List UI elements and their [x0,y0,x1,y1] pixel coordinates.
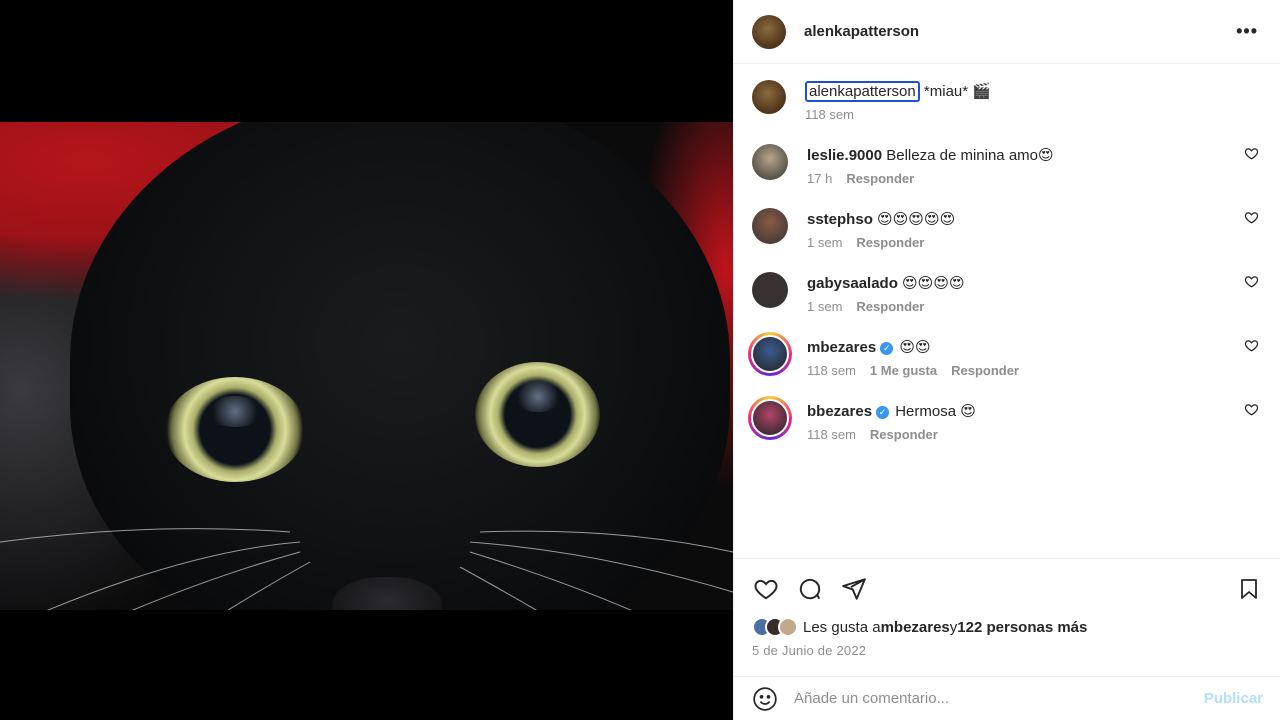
comment-item: leslie.9000 Belleza de minina amo😍 17 h … [752,144,1263,186]
caption-timestamp[interactable]: 118 sem [805,107,854,122]
comment-username[interactable]: bbezares [807,403,872,420]
comment-item: gabysaalado 😍😍😍😍 1 sem Responder [752,272,1263,314]
comment-timestamp[interactable]: 17 h [807,171,832,186]
comment-username[interactable]: sstephso [807,211,873,228]
comment-likes-count[interactable]: 1 Me gusta [870,363,937,378]
reply-button[interactable]: Responder [870,427,938,442]
likes-summary[interactable]: Les gusta a mbezares y 122 personas más [752,617,1263,637]
post-header: alenkapatterson ••• [734,0,1280,64]
reply-button[interactable]: Responder [856,235,924,250]
comment-username[interactable]: leslie.9000 [807,147,882,164]
author-avatar[interactable] [752,14,786,49]
comments-list[interactable]: alenkapatterson *miau* 🎬 118 sem leslie.… [734,64,1280,558]
caption-author-avatar[interactable] [752,80,786,114]
likes-others[interactable]: 122 personas más [957,619,1087,636]
more-horizontal-icon[interactable]: ••• [1232,21,1262,42]
comment-avatar[interactable] [752,272,788,308]
comment-username[interactable]: gabysaalado [807,275,898,292]
smiley-icon[interactable] [752,686,778,712]
comment-text: Hermosa 😍 [895,403,976,420]
heart-icon[interactable] [752,575,780,603]
comment-timestamp[interactable]: 1 sem [807,235,842,250]
comment-input[interactable] [794,690,1204,707]
comment-avatar[interactable] [752,208,788,244]
comment-like-heart-icon[interactable] [1244,402,1259,417]
reply-button[interactable]: Responder [951,363,1019,378]
comment-timestamp[interactable]: 1 sem [807,299,842,314]
caption-text: *miau* 🎬 [923,83,991,100]
comment-item: bbezares ✓ Hermosa 😍 118 sem Responder [748,396,1263,442]
comment-timestamp[interactable]: 118 sem [807,363,856,378]
author-username[interactable]: alenkapatterson [804,23,1232,40]
comment-username[interactable]: mbezares [807,339,876,356]
comment-avatar[interactable] [752,144,788,180]
comment-like-heart-icon[interactable] [1244,210,1259,225]
cat-whiskers [0,528,733,610]
post-photo-black-cat[interactable] [0,122,733,610]
comment-avatar[interactable] [748,396,792,440]
comment-text: Belleza de minina amo😍 [886,147,1054,164]
send-icon[interactable] [840,575,868,603]
comment-avatar[interactable] [748,332,792,376]
likes-connector: y [949,618,958,636]
comment-like-heart-icon[interactable] [1244,338,1259,353]
comment-like-heart-icon[interactable] [1244,274,1259,289]
comment-text: 😍😍😍😍😍 [877,211,956,228]
comment-item: mbezares ✓ 😍😍 118 sem 1 Me gusta Responde… [748,332,1263,378]
post-caption: alenkapatterson *miau* 🎬 118 sem [752,80,1263,122]
post-date[interactable]: 5 de Junio de 2022 [752,643,1263,658]
likes-prefix: Les gusta a [803,618,881,636]
reply-button[interactable]: Responder [856,299,924,314]
liker-avatars [752,617,798,637]
post-media[interactable] [0,0,733,720]
verified-badge-icon: ✓ [880,342,894,355]
verified-badge-icon: ✓ [876,406,890,419]
post-panel: alenkapatterson ••• alenkapatterson *mia… [733,0,1280,720]
add-comment-bar: Publicar [734,676,1280,720]
bookmark-icon[interactable] [1235,575,1263,603]
likes-user[interactable]: mbezares [881,619,950,636]
comment-timestamp[interactable]: 118 sem [807,427,856,442]
comment-text: 😍😍 [899,339,931,356]
caption-username[interactable]: alenkapatterson [805,81,920,102]
comment-like-heart-icon[interactable] [1244,146,1259,161]
publish-button[interactable]: Publicar [1204,690,1263,707]
comment-text: 😍😍😍😍 [902,275,965,292]
comment-icon[interactable] [796,575,824,603]
reply-button[interactable]: Responder [846,171,914,186]
post-actions: Les gusta a mbezares y 122 personas más … [734,558,1280,658]
comment-item: sstephso 😍😍😍😍😍 1 sem Responder [752,208,1263,250]
